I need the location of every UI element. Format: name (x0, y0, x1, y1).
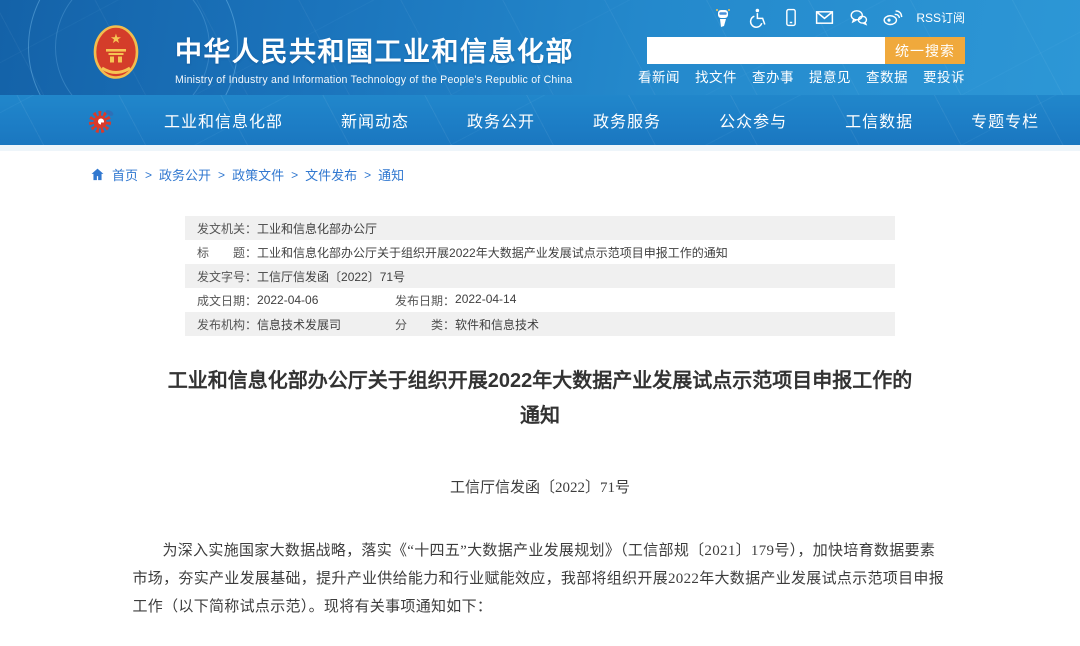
meta-row-publisher-category: 发布机构： 信息技术发展司 分 类： 软件和信息技术 (185, 312, 895, 336)
breadcrumb-separator: > (291, 168, 298, 182)
quick-link-news[interactable]: 看新闻 (638, 66, 680, 86)
meta-row-issuing-agency: 发文机关： 工业和信息化部办公厅 (185, 216, 895, 240)
home-icon[interactable] (90, 167, 105, 182)
quick-link-files[interactable]: 找文件 (695, 66, 737, 86)
breadcrumb-file-release[interactable]: 文件发布 (305, 165, 357, 184)
meta-row-dates: 成文日期： 2022-04-06 发布日期： 2022-04-14 (185, 288, 895, 312)
breadcrumb-separator: > (218, 168, 225, 182)
meta-label: 发布日期： (395, 292, 455, 309)
meta-value: 工业和信息化部办公厅关于组织开展2022年大数据产业发展试点示范项目申报工作的通… (257, 244, 728, 261)
document-body: 工信厅信发函〔2022〕71号 为深入实施国家大数据战略，落实《“十四五”大数据… (133, 476, 948, 646)
unified-search-button[interactable]: 统一搜索 (885, 37, 965, 64)
document-number: 工信厅信发函〔2022〕71号 (133, 476, 948, 497)
meta-label: 成文日期： (197, 292, 257, 309)
meta-value: 工信厅信发函〔2022〕71号 (257, 268, 405, 285)
svg-text:★: ★ (110, 31, 122, 46)
quick-link-services[interactable]: 查办事 (752, 66, 794, 86)
breadcrumb: 首页 > 政务公开 > 政策文件 > 文件发布 > 通知 (90, 165, 1080, 184)
nav-item-data[interactable]: 工信数据 (845, 108, 913, 132)
breadcrumb-home[interactable]: 首页 (112, 165, 138, 184)
mobile-icon[interactable] (780, 7, 801, 28)
nav-item-miit[interactable]: 工业和信息化部 (164, 108, 283, 132)
nav-item-gov-services[interactable]: 政务服务 (593, 108, 661, 132)
wechat-icon[interactable] (848, 7, 869, 28)
meta-row-title: 标 题： 工业和信息化部办公厅关于组织开展2022年大数据产业发展试点示范项目申… (185, 240, 895, 264)
meta-label: 发文机关： (197, 220, 257, 237)
meta-row-doc-number: 发文字号： 工信厅信发函〔2022〕71号 (185, 264, 895, 288)
mail-icon[interactable] (814, 7, 835, 28)
document-paragraph: 为深入实施国家大数据战略，落实《“十四五”大数据产业发展规划》（工信部规〔202… (133, 537, 948, 621)
meta-value: 软件和信息技术 (455, 316, 539, 333)
national-emblem-logo: ★ (93, 25, 139, 87)
nav-item-news[interactable]: 新闻动态 (341, 108, 409, 132)
meta-label: 发布机构： (197, 316, 257, 333)
breadcrumb-policy-files[interactable]: 政策文件 (232, 165, 284, 184)
meta-label: 发文字号： (197, 268, 257, 285)
meta-value: 工业和信息化部办公厅 (257, 220, 377, 237)
breadcrumb-gov-info[interactable]: 政务公开 (159, 165, 211, 184)
nav-bottom-strip (0, 145, 1080, 151)
document-meta-table: 发文机关： 工业和信息化部办公厅 标 题： 工业和信息化部办公厅关于组织开展20… (185, 216, 895, 336)
quick-link-complaint[interactable]: 要投诉 (923, 66, 965, 86)
main-nav: 工业和信息化部 新闻动态 政务公开 政务服务 公众参与 工信数据 专题专栏 (0, 95, 1080, 145)
site-title: 中华人民共和国工业和信息化部 (175, 30, 574, 69)
weibo-icon[interactable] (882, 7, 903, 28)
breadcrumb-notice[interactable]: 通知 (378, 165, 404, 184)
site-header: ★ 中华人民共和国工业和信息化部 Ministry of Industry an… (0, 0, 1080, 95)
site-subtitle: Ministry of Industry and Information Tec… (175, 74, 574, 86)
nav-item-topics[interactable]: 专题专栏 (971, 108, 1039, 132)
quick-links: 看新闻 找文件 查办事 提意见 查数据 要投诉 (638, 66, 965, 86)
nav-item-gov-info[interactable]: 政务公开 (467, 108, 535, 132)
meta-label: 标 题： (197, 244, 257, 261)
quick-link-data[interactable]: 查数据 (866, 66, 908, 86)
robot-mascot-icon[interactable] (712, 7, 733, 28)
accessibility-icon[interactable] (746, 7, 767, 28)
breadcrumb-separator: > (364, 168, 371, 182)
quick-link-suggest[interactable]: 提意见 (809, 66, 851, 86)
breadcrumb-separator: > (145, 168, 152, 182)
document-title: 工业和信息化部办公厅关于组织开展2022年大数据产业发展试点示范项目申报工作的通… (160, 364, 920, 434)
search-input[interactable] (647, 37, 885, 64)
meta-value: 2022-04-14 (455, 292, 516, 309)
nav-item-participation[interactable]: 公众参与 (719, 108, 787, 132)
meta-value: 2022-04-06 (257, 293, 318, 307)
meta-label: 分 类： (395, 316, 455, 333)
miit-gear-icon (88, 105, 116, 135)
meta-value: 信息技术发展司 (257, 316, 341, 333)
rss-subscribe-link[interactable]: RSS订阅 (916, 9, 965, 26)
